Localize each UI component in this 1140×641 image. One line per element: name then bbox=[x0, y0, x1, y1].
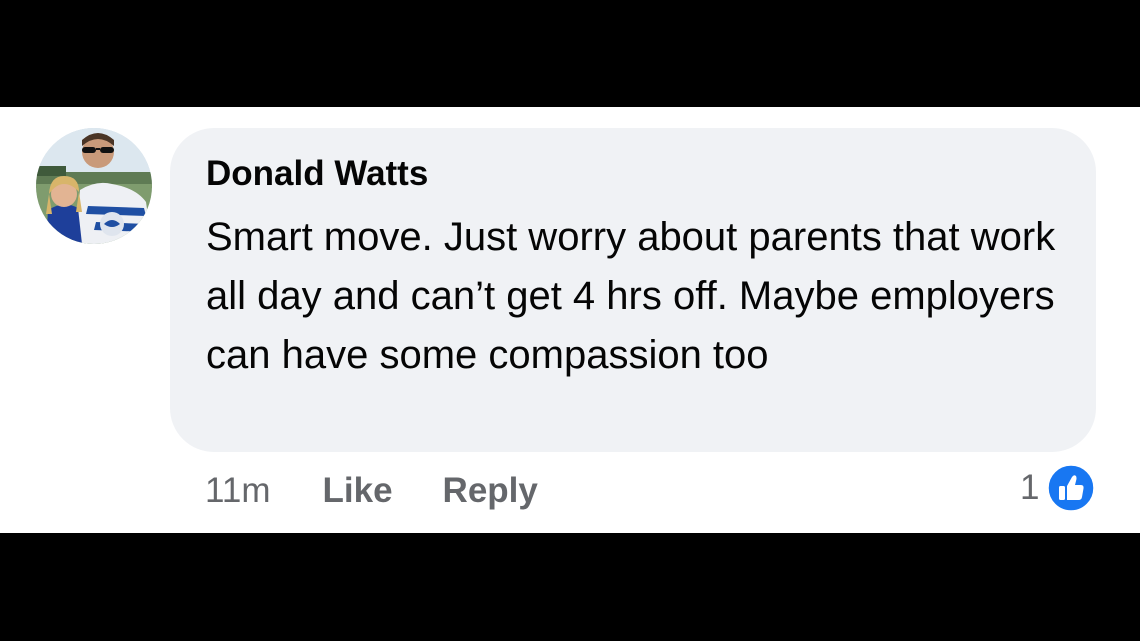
reply-button[interactable]: Reply bbox=[443, 471, 538, 511]
letterbox-top bbox=[0, 0, 1140, 107]
reaction-count: 1 bbox=[1020, 468, 1040, 507]
comment-author[interactable]: Donald Watts bbox=[206, 154, 428, 194]
comment-actions: 11m Like Reply bbox=[205, 469, 538, 513]
comment: Donald Watts Smart move. Just worry abou… bbox=[0, 107, 1140, 533]
profile-photo-icon bbox=[36, 128, 152, 244]
thumbs-up-icon bbox=[1047, 464, 1096, 512]
comment-bubble: Donald Watts Smart move. Just worry abou… bbox=[170, 128, 1096, 452]
comment-timestamp[interactable]: 11m bbox=[205, 471, 271, 511]
like-button[interactable]: Like bbox=[323, 471, 393, 511]
avatar[interactable] bbox=[36, 128, 152, 244]
reaction-summary[interactable]: 1 bbox=[1020, 464, 1096, 512]
letterbox-bottom bbox=[0, 533, 1140, 641]
comment-text: Smart move. Just worry about parents tha… bbox=[206, 215, 1056, 377]
